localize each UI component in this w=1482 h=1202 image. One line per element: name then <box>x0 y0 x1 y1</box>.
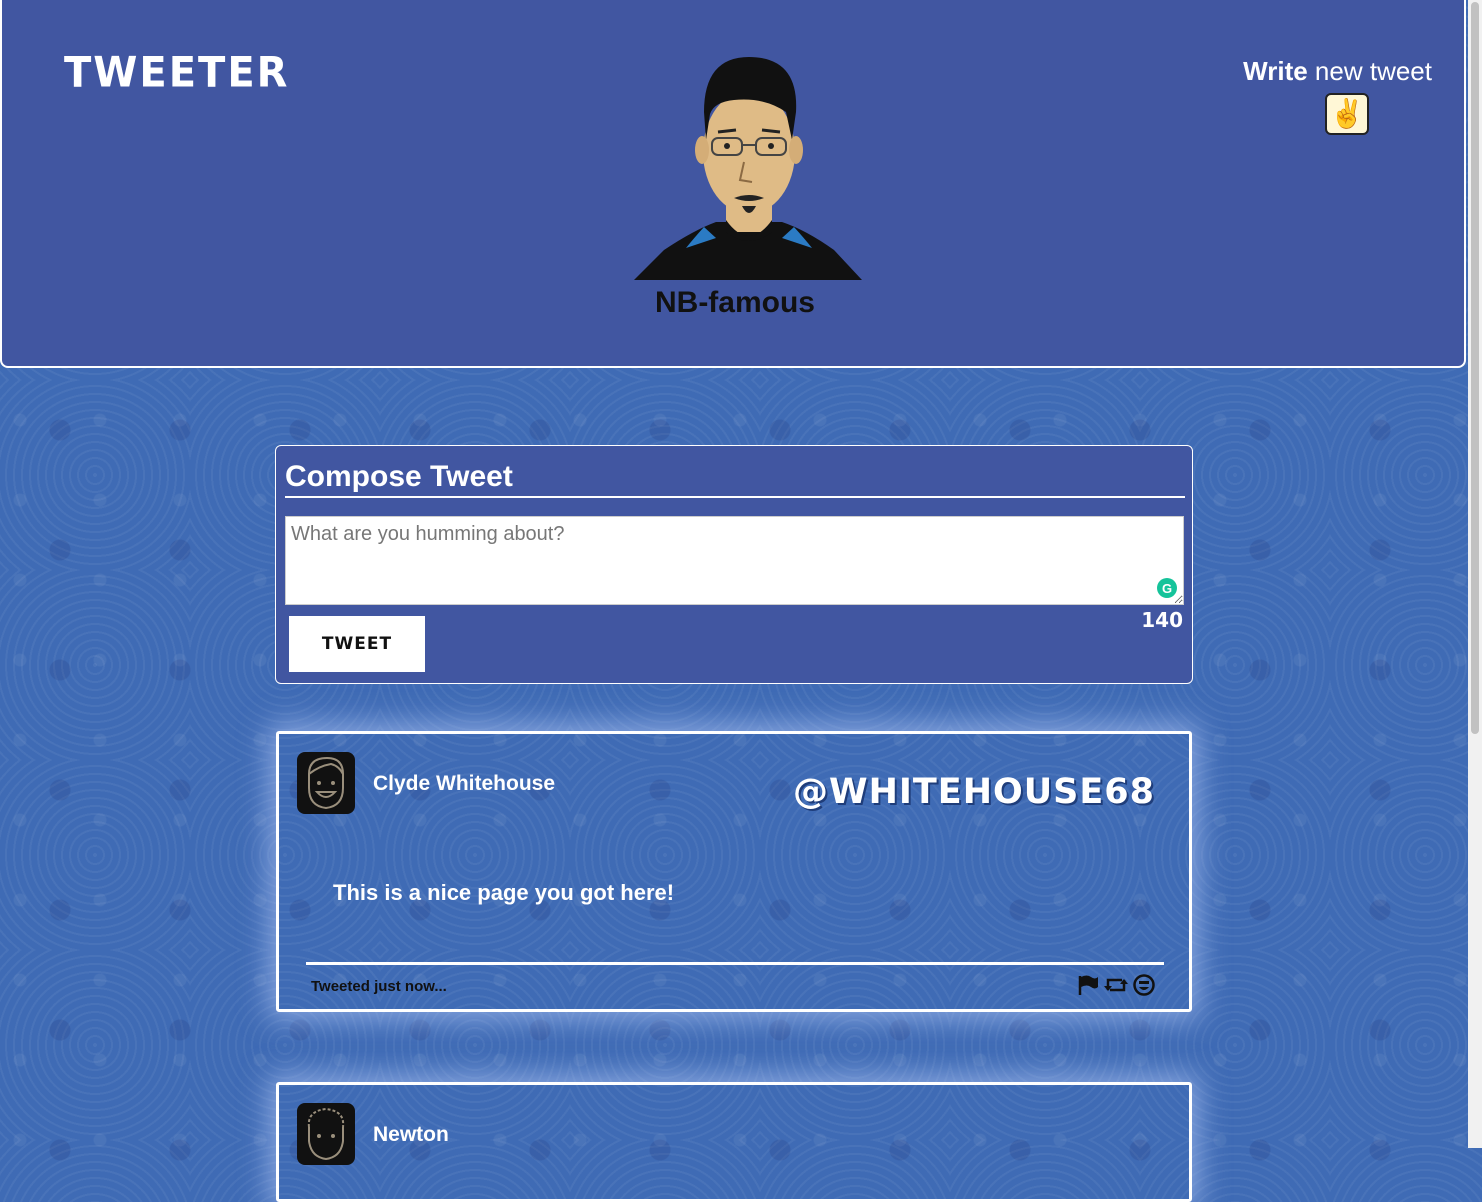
write-tweet-button[interactable]: ✌ <box>1325 93 1369 135</box>
scrollbar-thumb[interactable] <box>1471 2 1479 734</box>
flag-icon[interactable] <box>1077 974 1099 1000</box>
tweet-author-handle: @WHITEHOUSE68 <box>793 772 1155 812</box>
profile-avatar <box>634 57 862 280</box>
tweet-timestamp: Tweeted just now... <box>311 978 447 995</box>
write-label-rest: new tweet <box>1307 56 1432 86</box>
tweet-author-avatar <box>297 752 355 814</box>
tweet-textarea[interactable] <box>285 516 1184 605</box>
tweet-author-avatar <box>297 1103 355 1165</box>
face-avatar-icon <box>307 1107 345 1161</box>
character-counter: 140 <box>1141 608 1183 632</box>
face-avatar-icon <box>308 756 344 810</box>
tweet-actions <box>1077 974 1155 1000</box>
grammarly-icon[interactable]: G <box>1157 578 1177 598</box>
write-new-tweet-link[interactable]: Write new tweet <box>1243 56 1432 87</box>
page-scrollbar[interactable] <box>1468 0 1482 1148</box>
profile-name: NB-famous <box>654 286 815 319</box>
site-logo[interactable]: TWEETER <box>64 49 289 97</box>
tweet-author-name: Clyde Whitehouse <box>373 772 556 795</box>
write-label-bold: Write <box>1243 56 1308 86</box>
tweet-submit-button[interactable]: TWEET <box>289 616 425 672</box>
compose-tweet-panel: Compose Tweet G TWEET 140 <box>275 445 1193 684</box>
tweet-card: Newton <box>276 1082 1192 1202</box>
compose-title: Compose Tweet <box>285 460 1185 498</box>
page-header: TWEETER NB-famous Write new tweet ✌ <box>0 0 1466 368</box>
tweet-author-name: Newton <box>373 1123 449 1146</box>
tweet-card: Clyde Whitehouse @WHITEHOUSE68 This is a… <box>276 731 1192 1012</box>
tweet-text: This is a nice page you got here! <box>333 880 675 905</box>
retweet-icon[interactable] <box>1103 974 1129 1000</box>
tweet-divider <box>306 962 1164 965</box>
victory-hand-icon: ✌ <box>1329 98 1365 129</box>
like-icon[interactable] <box>1133 974 1155 1000</box>
